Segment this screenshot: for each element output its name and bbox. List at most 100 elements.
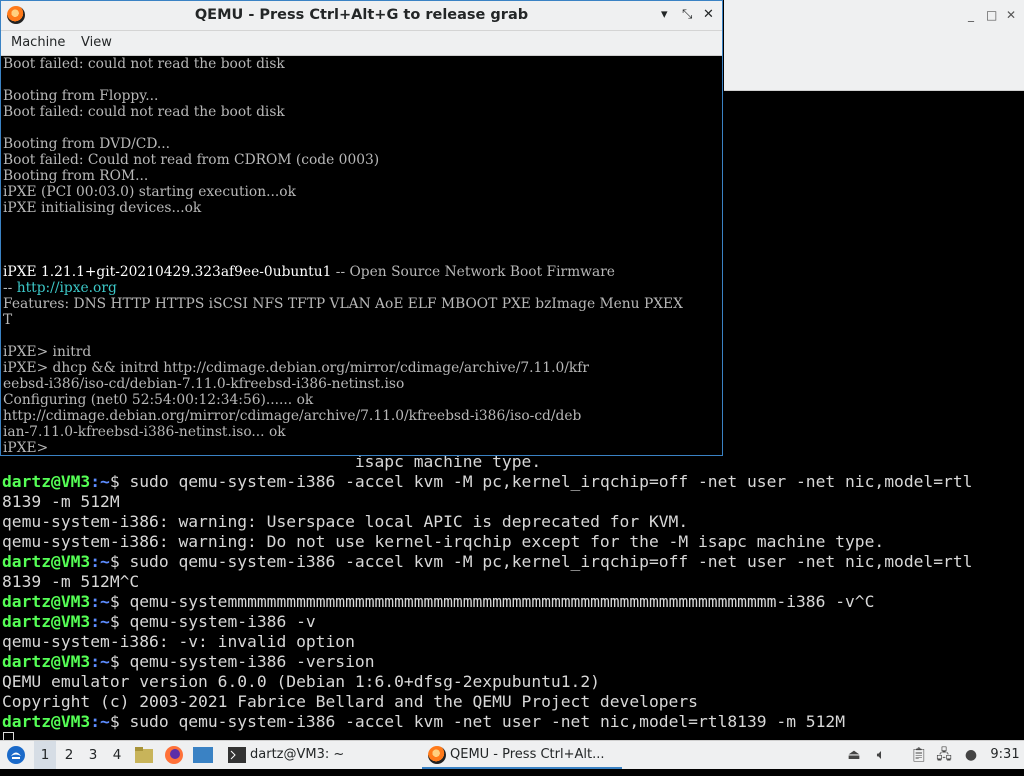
guest-console-line: iPXE initialising devices...ok <box>3 200 202 216</box>
close-icon[interactable]: ✕ <box>703 7 714 22</box>
task-qemu[interactable]: QEMU - Press Ctrl+Alt... <box>422 741 622 769</box>
workspace-2[interactable]: 2 <box>58 741 80 769</box>
background-terminal-toolbar <box>724 30 1024 91</box>
start-menu-button[interactable] <box>6 741 28 769</box>
close-icon[interactable]: ✕ <box>1006 8 1016 22</box>
prompt-symbol: $ <box>109 592 130 611</box>
qemu-guest-screen[interactable]: Boot failed: could not read the boot dis… <box>1 56 722 455</box>
terminal-line: qemu-system-i386: -v: invalid option <box>2 632 355 651</box>
maximize-icon[interactable]: ⤡ <box>682 7 692 22</box>
eject-icon[interactable]: ⏏ <box>845 746 863 764</box>
minimize-icon[interactable]: _ <box>968 8 974 22</box>
guest-console-line: Features: DNS HTTP HTTPS iSCSI NFS TFTP … <box>3 296 683 312</box>
task-terminal[interactable]: dartz@VM3: ~ <box>222 741 445 769</box>
qemu-menubar: Machine View <box>1 31 722 56</box>
terminal-line: qemu-system-i386: warning: Do not use ke… <box>2 532 885 551</box>
menu-view[interactable]: View <box>81 35 112 50</box>
prompt-user: dartz@VM3 <box>2 552 91 571</box>
clipboard-icon[interactable]: 📋︎ <box>910 746 928 764</box>
guest-console-line: Booting from DVD/CD... <box>3 136 171 152</box>
firefox-launcher[interactable] <box>164 741 186 769</box>
guest-console-line: iPXE (PCI 00:03.0) starting execution...… <box>3 184 296 200</box>
network-icon[interactable]: 🖧 <box>935 746 953 764</box>
guest-console-line: Booting from Floppy... <box>3 88 159 104</box>
prompt-path: :~ <box>90 612 110 631</box>
command-text: sudo qemu-system-i386 -accel kvm -M pc,k… <box>129 472 973 491</box>
prompt-symbol: $ <box>109 652 130 671</box>
guest-console-line: Boot failed: Could not read from CDROM (… <box>3 152 380 168</box>
terminal-line: dartz@VM3:~$ sudo qemu-system-i386 -acce… <box>2 472 972 492</box>
terminal-line: 8139 -m 512M <box>2 492 120 511</box>
guest-console-line: Booting from ROM... <box>3 168 149 184</box>
command-text: sudo qemu-system-i386 -accel kvm -net us… <box>129 712 846 731</box>
show-desktop-icon <box>193 747 213 763</box>
ipxe-version: iPXE 1.21.1+git-20210429.323af9ee-0ubunt… <box>3 264 332 280</box>
volume-icon[interactable]: 🔈︎ <box>872 746 890 764</box>
prompt-user: dartz@VM3 <box>2 472 91 491</box>
qemu-window[interactable]: QEMU - Press Ctrl+Alt+G to release grab … <box>0 0 723 456</box>
terminal-line: QEMU emulator version 6.0.0 (Debian 1:6.… <box>2 672 600 691</box>
terminal-line: dartz@VM3:~$ sudo qemu-system-i386 -acce… <box>2 552 972 572</box>
prompt-path: :~ <box>90 712 110 731</box>
background-terminal-titlebar[interactable]: _ □ ✕ <box>724 0 1024 30</box>
guest-console-line: iPXE 1.21.1+git-20210429.323af9ee-0ubunt… <box>3 264 615 280</box>
prompt-symbol: $ <box>109 612 130 631</box>
folder-icon <box>135 747 153 763</box>
terminal-line: dartz@VM3:~$ sudo qemu-system-i386 -acce… <box>2 712 845 732</box>
prompt-path: :~ <box>90 552 110 571</box>
guest-console-line: ian-7.11.0-kfreebsd-i386-netinst.iso... … <box>3 424 286 440</box>
task-terminal-label: dartz@VM3: ~ <box>250 747 345 762</box>
maximize-icon[interactable]: □ <box>986 8 997 22</box>
console-text: -- Open Source Network Boot Firmware <box>331 264 615 280</box>
terminal-line: Copyright (c) 2003-2021 Fabrice Bellard … <box>2 692 698 711</box>
prompt-symbol: $ <box>109 552 130 571</box>
prompt-path: :~ <box>90 652 110 671</box>
command-text: sudo qemu-system-i386 -accel kvm -M pc,k… <box>129 552 973 571</box>
terminal-line: dartz@VM3:~$ qemu-systemmmmmmmmmmmmmmmmm… <box>2 592 874 612</box>
guest-console-line: iPXE> dhcp && initrd http://cdimage.debi… <box>3 360 589 376</box>
command-text: qemu-system-i386 -v <box>129 612 316 631</box>
terminal-line: qemu-system-i386: warning: Userspace loc… <box>2 512 689 531</box>
guest-console-line: Boot failed: could not read the boot dis… <box>3 56 285 72</box>
prompt-user: dartz@VM3 <box>2 652 91 671</box>
prompt-user: dartz@VM3 <box>2 712 91 731</box>
workspace-4[interactable]: 4 <box>106 741 128 769</box>
clock[interactable]: 9:31 <box>988 741 1022 769</box>
desktop-launcher[interactable] <box>193 741 215 769</box>
minimize-icon[interactable]: ▾ <box>661 7 668 22</box>
firefox-icon <box>165 746 183 764</box>
prompt-user: dartz@VM3 <box>2 592 91 611</box>
command-text: qemu-systemmmmmmmmmmmmmmmmmmmmmmmmmmmmmm… <box>129 592 875 611</box>
prompt-user: dartz@VM3 <box>2 612 91 631</box>
workspace-3[interactable]: 3 <box>82 741 104 769</box>
terminal-line: dartz@VM3:~$ qemu-system-i386 -version <box>2 652 375 672</box>
guest-console-line: iPXE> <box>3 440 53 455</box>
qemu-icon <box>428 746 446 764</box>
file-manager-launcher[interactable] <box>135 741 157 769</box>
prompt-symbol: $ <box>109 712 130 731</box>
guest-console-line: iPXE> initrd <box>3 344 92 360</box>
command-text: qemu-system-i386 -version <box>129 652 375 671</box>
ipxe-link: http://ipxe.org <box>16 280 117 296</box>
task-qemu-label: QEMU - Press Ctrl+Alt... <box>450 747 605 762</box>
update-notifier-icon[interactable]: ● <box>962 746 980 764</box>
taskbar: 1234 dartz@VM3: ~ QEMU - Press Ctrl+Alt.… <box>0 740 1024 769</box>
terminal-line: 8139 -m 512M^C <box>2 572 140 591</box>
terminal-line: dartz@VM3:~$ qemu-system-i386 -v <box>2 612 316 632</box>
menu-machine[interactable]: Machine <box>11 35 65 50</box>
qemu-window-title: QEMU - Press Ctrl+Alt+G to release grab <box>194 7 529 23</box>
guest-console-line: Boot failed: could not read the boot dis… <box>3 104 285 120</box>
qemu-titlebar[interactable]: QEMU - Press Ctrl+Alt+G to release grab … <box>1 1 722 31</box>
guest-console-line: Configuring (net0 52:54:00:12:34:56)....… <box>3 392 314 408</box>
prompt-symbol: $ <box>109 472 130 491</box>
console-text: -- <box>3 280 17 296</box>
prompt-path: :~ <box>90 592 110 611</box>
terminal-icon <box>228 747 246 763</box>
guest-console-line: eebsd-i386/iso-cd/debian-7.11.0-kfreebsd… <box>3 376 405 392</box>
lubuntu-logo-icon <box>7 746 25 764</box>
prompt-path: :~ <box>90 472 110 491</box>
workspace-1[interactable]: 1 <box>34 741 56 769</box>
guest-console-line: -- http://ipxe.org <box>3 280 117 296</box>
guest-console-line: T <box>3 312 13 328</box>
guest-console-line: http://cdimage.debian.org/mirror/cdimage… <box>3 408 582 424</box>
